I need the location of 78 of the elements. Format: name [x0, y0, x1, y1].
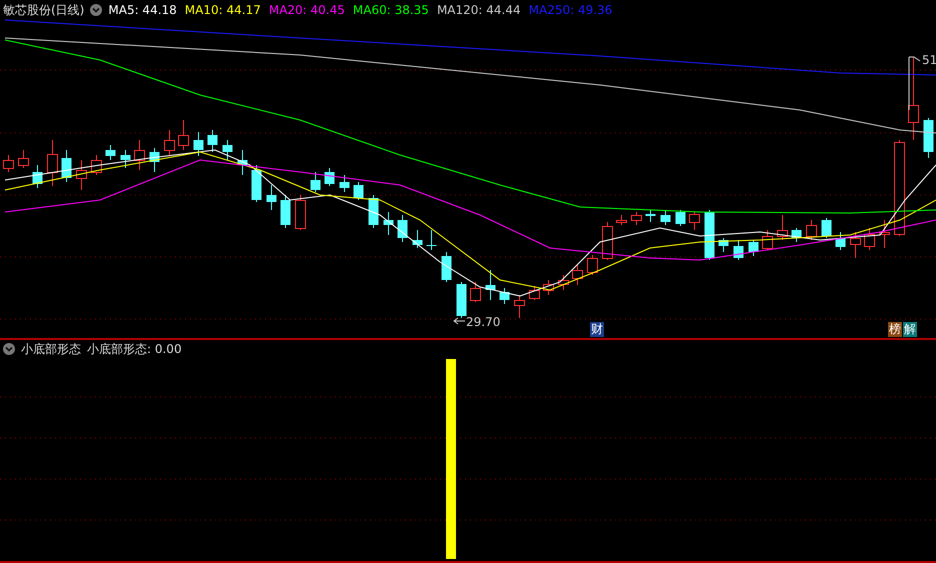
- event-badge[interactable]: 榜: [888, 322, 902, 337]
- dropdown-icon[interactable]: [90, 4, 102, 16]
- candlestick: [514, 294, 525, 318]
- candlestick: [762, 230, 773, 250]
- candlestick: [748, 240, 758, 256]
- candlestick: [704, 210, 714, 260]
- candlestick: [486, 270, 496, 300]
- candlestick: [822, 218, 832, 238]
- candlestick: [660, 210, 670, 226]
- candlestick: [646, 210, 656, 222]
- moving-average-label: MA250: 49.36: [528, 3, 614, 17]
- high-price-label: 51: [922, 53, 936, 67]
- candlestick: [150, 148, 160, 172]
- candlestick: [120, 150, 130, 168]
- candlestick: [676, 210, 686, 226]
- candlestick: [792, 228, 802, 242]
- candlestick: [324, 168, 334, 186]
- candlestick: [3, 154, 14, 172]
- candlestick: [806, 220, 817, 240]
- candlestick: [616, 214, 627, 226]
- indicator-reading: 小底部形态: 0.00: [87, 340, 182, 358]
- candlestick: [280, 194, 290, 228]
- candlestick: [134, 140, 145, 170]
- candlestick: [398, 214, 408, 242]
- moving-average-label: MA20: 40.45: [268, 3, 346, 17]
- candlestick: [602, 222, 613, 260]
- candlestick: [106, 144, 116, 160]
- candlestick: [222, 140, 232, 160]
- candlestick: [850, 232, 861, 258]
- moving-average-label: MA60: 38.35: [352, 3, 430, 17]
- event-badge[interactable]: 解: [903, 322, 917, 337]
- moving-average-label: MA10: 44.17: [184, 3, 262, 17]
- candlestick: [340, 174, 350, 192]
- candlestick: [456, 282, 466, 318]
- moving-average-label: MA5: 44.18: [108, 3, 178, 17]
- candlestick: [734, 240, 744, 260]
- indicator-name: 小底部形态: [21, 340, 81, 358]
- candlestick: [91, 154, 102, 176]
- candlestick: [572, 264, 583, 286]
- candlestick: [178, 120, 189, 150]
- candlestick: [836, 232, 846, 250]
- stock-title: 敏芯股份(日线): [3, 2, 84, 18]
- candlestick: [924, 118, 934, 158]
- candlestick: [412, 230, 422, 248]
- candlestick: [470, 282, 481, 302]
- candlestick: [310, 172, 320, 192]
- candlestick: [384, 212, 394, 236]
- candlestick: [164, 130, 175, 156]
- candlestick: [864, 228, 875, 250]
- candlestick: [32, 164, 42, 188]
- candlestick: [500, 288, 510, 304]
- event-badge[interactable]: 财: [590, 322, 604, 337]
- candlestick: [266, 184, 276, 210]
- candlestick: [442, 252, 452, 282]
- moving-average-label: MA120: 44.44: [436, 3, 522, 17]
- candlestick: [238, 150, 248, 176]
- candlestick: [354, 182, 364, 200]
- candlestick: [208, 130, 218, 152]
- low-price-label: 29.70: [466, 315, 500, 329]
- candlestick: [47, 140, 58, 186]
- candlestick: [62, 150, 72, 182]
- candlestick: [529, 286, 540, 300]
- candlestick: [558, 274, 569, 290]
- candlestick: [777, 214, 788, 240]
- candlestick: [587, 254, 598, 276]
- dropdown-icon[interactable]: [3, 343, 15, 355]
- candlestick: [18, 150, 29, 168]
- candlestick: [543, 280, 554, 296]
- candlestick: [689, 212, 700, 230]
- candlestick: [368, 194, 378, 228]
- candlestick: [879, 220, 890, 248]
- candlestick: [631, 212, 642, 226]
- candlestick: [426, 230, 436, 250]
- candlestick: [718, 238, 728, 252]
- candlestick: [76, 160, 87, 190]
- candlestick: [194, 132, 204, 156]
- candlestick: [295, 194, 306, 230]
- candlestick: [252, 164, 262, 202]
